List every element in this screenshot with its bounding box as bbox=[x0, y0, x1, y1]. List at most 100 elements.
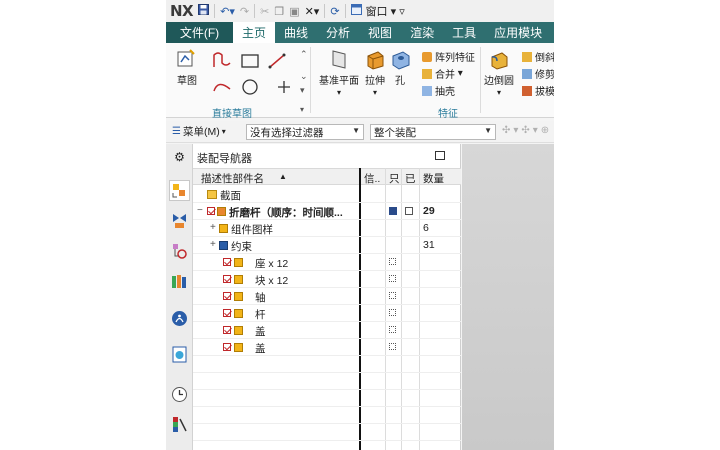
datum-plane-icon bbox=[332, 50, 346, 69]
datum-plane-button[interactable]: 基准平面 ▾ bbox=[316, 48, 362, 98]
expand-icon[interactable]: + bbox=[210, 222, 216, 233]
window-menu[interactable]: 窗口 ▾ ▿ bbox=[366, 3, 405, 19]
tree-row-root-assembly[interactable]: − 折磨杆（顺序：时间顺... 29 bbox=[193, 203, 461, 220]
tab-analysis[interactable]: 分析 bbox=[317, 22, 359, 43]
tab-curve[interactable]: 曲线 bbox=[275, 22, 317, 43]
unite-button[interactable]: 合并 ▾ bbox=[422, 66, 463, 81]
trim-icon bbox=[522, 68, 532, 79]
repeat-command-icon[interactable]: ⟳ bbox=[330, 5, 339, 18]
component-pattern-icon bbox=[219, 224, 228, 233]
web-browser-icon[interactable] bbox=[171, 346, 188, 363]
tree-row-component[interactable]: 盖 bbox=[193, 339, 461, 356]
sketch-button[interactable]: 草图 bbox=[172, 48, 202, 87]
constraint-navigator-icon[interactable] bbox=[171, 212, 188, 229]
collapse-icon[interactable]: − bbox=[197, 205, 203, 216]
sketch-more-icon[interactable]: ⌃ bbox=[300, 49, 308, 60]
window-icon bbox=[350, 4, 362, 18]
visibility-checkbox[interactable] bbox=[207, 207, 215, 215]
profile-icon[interactable] bbox=[213, 52, 231, 67]
tab-tools[interactable]: 工具 bbox=[443, 22, 485, 43]
point-icon[interactable] bbox=[278, 81, 290, 93]
assembly-navigator-icon[interactable] bbox=[169, 180, 190, 201]
quick-access-toolbar: NX ↶▾ ↷ ✂ ❐ ▣ ✕▾ ⟳ 窗口 ▾ ▿ bbox=[166, 0, 554, 22]
graphics-window[interactable] bbox=[462, 144, 554, 450]
tab-view[interactable]: 视图 bbox=[359, 22, 401, 43]
pattern-feature-icon bbox=[422, 51, 432, 62]
part-navigator-icon[interactable] bbox=[171, 242, 188, 259]
tree-row-component-pattern[interactable]: + 组件图样 6 bbox=[193, 220, 461, 237]
gear-icon[interactable]: ⚙ bbox=[171, 150, 188, 167]
tree-row-constraints[interactable]: + 约束 31 bbox=[193, 237, 461, 254]
tree-row-component[interactable]: 盖 bbox=[193, 322, 461, 339]
tab-render[interactable]: 渲染 bbox=[401, 22, 443, 43]
trim-button[interactable]: 修剪 bbox=[522, 66, 554, 81]
column-header-quantity[interactable]: 数量 bbox=[423, 171, 444, 186]
system-materials-icon[interactable] bbox=[171, 416, 188, 433]
arc-icon[interactable] bbox=[213, 83, 231, 92]
paste-icon[interactable]: ▣ bbox=[289, 5, 299, 18]
assembly-icon bbox=[217, 207, 226, 216]
reuse-library-icon[interactable] bbox=[171, 272, 188, 289]
column-header-name[interactable]: 描述性部件名 bbox=[201, 171, 264, 186]
part-icon bbox=[234, 343, 243, 352]
tree-row-component[interactable]: 座 x 12 bbox=[193, 254, 461, 271]
hole-button[interactable]: 孔 bbox=[390, 48, 410, 87]
tree-row-empty bbox=[193, 373, 461, 390]
sort-ascending-icon[interactable]: ▲ bbox=[279, 172, 287, 181]
tree-row-component[interactable]: 轴 bbox=[193, 288, 461, 305]
maximize-icon[interactable] bbox=[435, 151, 445, 160]
readonly-indicator bbox=[389, 343, 396, 350]
tab-application[interactable]: 应用模块 bbox=[485, 22, 551, 43]
cut-icon[interactable]: ✂ bbox=[260, 5, 269, 18]
direct-sketch-group-label: 直接草图 bbox=[212, 109, 252, 120]
assembly-navigator: 装配导航器 描述性部件名 ▲ 信.. 只 已 数量 截面 − 折磨杆（顺序：时间… bbox=[193, 144, 461, 450]
selection-tools-icon[interactable]: ✣▾✣▾⊕ bbox=[502, 125, 552, 136]
undo-icon[interactable]: ↶▾ bbox=[220, 5, 235, 18]
direct-sketch-tools bbox=[208, 49, 298, 99]
copy-icon[interactable]: ❐ bbox=[274, 5, 284, 18]
column-header-readonly[interactable]: 只 bbox=[389, 171, 400, 186]
visibility-checkbox[interactable] bbox=[223, 275, 231, 283]
hd3d-tools-icon[interactable] bbox=[171, 310, 188, 327]
readonly-indicator bbox=[389, 309, 396, 316]
tree-row-component[interactable]: 杆 bbox=[193, 305, 461, 322]
sketch-more-icon[interactable]: ⌄ bbox=[300, 71, 308, 82]
tree-row-component[interactable]: 块 x 12 bbox=[193, 271, 461, 288]
delete-icon[interactable]: ✕▾ bbox=[305, 5, 320, 18]
line-icon[interactable] bbox=[268, 53, 286, 69]
visibility-checkbox[interactable] bbox=[223, 326, 231, 334]
shell-button[interactable]: 抽壳 bbox=[422, 83, 455, 98]
column-header-info[interactable]: 信.. bbox=[364, 171, 380, 186]
history-icon[interactable] bbox=[171, 386, 188, 403]
expand-icon[interactable]: + bbox=[210, 239, 216, 250]
tree-row-sections[interactable]: 截面 bbox=[193, 186, 461, 203]
group-dropdown-icon[interactable]: ▾ bbox=[300, 105, 304, 114]
menu-button[interactable]: ☰ 菜单(M) ▾ bbox=[172, 124, 226, 139]
sketch-icon bbox=[177, 49, 195, 67]
chamfer-button[interactable]: 倒斜 bbox=[522, 49, 554, 64]
extrude-button[interactable]: 拉伸 ▾ bbox=[362, 48, 388, 98]
visibility-checkbox[interactable] bbox=[223, 309, 231, 317]
rectangle-icon[interactable] bbox=[241, 54, 259, 68]
draft-icon bbox=[522, 85, 532, 96]
modified-icon bbox=[405, 207, 413, 215]
tab-file[interactable]: 文件(F) bbox=[166, 22, 233, 43]
visibility-checkbox[interactable] bbox=[223, 343, 231, 351]
visibility-checkbox[interactable] bbox=[223, 258, 231, 266]
tree-row-empty bbox=[193, 424, 461, 441]
visibility-checkbox[interactable] bbox=[223, 292, 231, 300]
draft-button[interactable]: 拔模 bbox=[522, 83, 554, 98]
ribbon-home: 草图 ⌃ ⌄ ▾ 直接草图 ▾ 基准平面 ▾ 拉伸 ▾ 孔 阵列特征 合并 ▾ … bbox=[166, 43, 554, 120]
type-filter-dropdown[interactable]: 没有选择过滤器 ▼ bbox=[246, 124, 364, 140]
separator bbox=[324, 4, 326, 18]
selection-scope-dropdown[interactable]: 整个装配 ▼ bbox=[370, 124, 496, 140]
tab-home[interactable]: 主页 bbox=[233, 22, 276, 43]
part-icon bbox=[234, 326, 243, 335]
edge-blend-button[interactable]: 边倒圆 ▾ bbox=[482, 48, 516, 98]
pattern-feature-button[interactable]: 阵列特征 bbox=[422, 49, 475, 64]
sketch-gallery-icon[interactable]: ▾ bbox=[300, 85, 305, 96]
save-icon[interactable] bbox=[198, 4, 210, 18]
circle-icon[interactable] bbox=[242, 79, 258, 95]
redo-icon[interactable]: ↷ bbox=[240, 5, 249, 18]
column-header-modified[interactable]: 已 bbox=[405, 171, 416, 186]
